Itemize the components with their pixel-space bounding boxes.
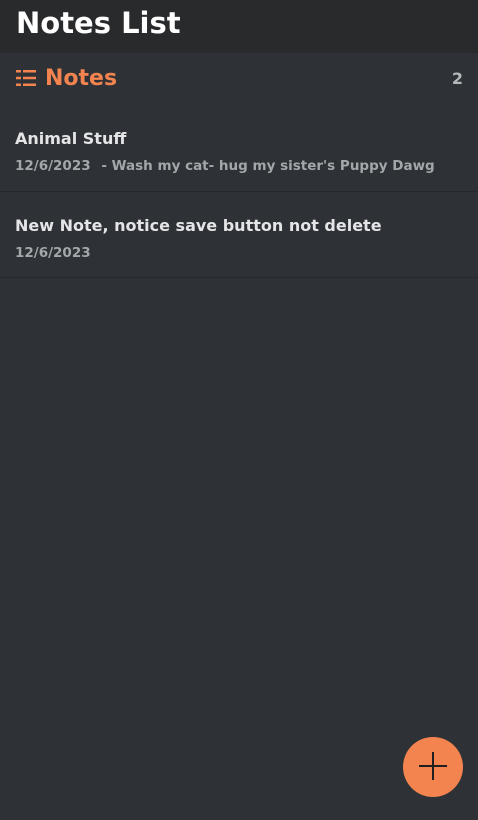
notes-list: Animal Stuff 12/6/2023 - Wash my cat- hu… <box>0 103 478 278</box>
note-date: 12/6/2023 <box>15 245 91 261</box>
note-meta: 12/6/2023 <box>15 245 463 261</box>
page-title: Notes List <box>16 6 181 40</box>
note-preview: - Wash my cat- hug my sister's Puppy Daw… <box>101 158 435 174</box>
notes-app: Notes List Notes 2 Animal Stuff 12/6/202… <box>0 0 478 820</box>
note-list-item[interactable]: Animal Stuff 12/6/2023 - Wash my cat- hu… <box>0 103 478 192</box>
note-date: 12/6/2023 <box>15 158 91 174</box>
list-icon <box>16 69 36 87</box>
note-list-item[interactable]: New Note, notice save button not delete … <box>0 192 478 278</box>
section-title: Notes <box>45 65 118 91</box>
notes-count-badge: 2 <box>451 68 463 88</box>
notes-section-header: Notes 2 <box>0 53 478 103</box>
plus-icon <box>417 750 449 785</box>
add-note-button[interactable] <box>403 737 463 797</box>
section-title-group: Notes <box>16 66 117 91</box>
note-title: Animal Stuff <box>15 129 127 148</box>
app-header: Notes List <box>0 0 478 53</box>
note-title: New Note, notice save button not delete <box>15 216 382 235</box>
note-meta: 12/6/2023 - Wash my cat- hug my sister's… <box>15 158 463 174</box>
